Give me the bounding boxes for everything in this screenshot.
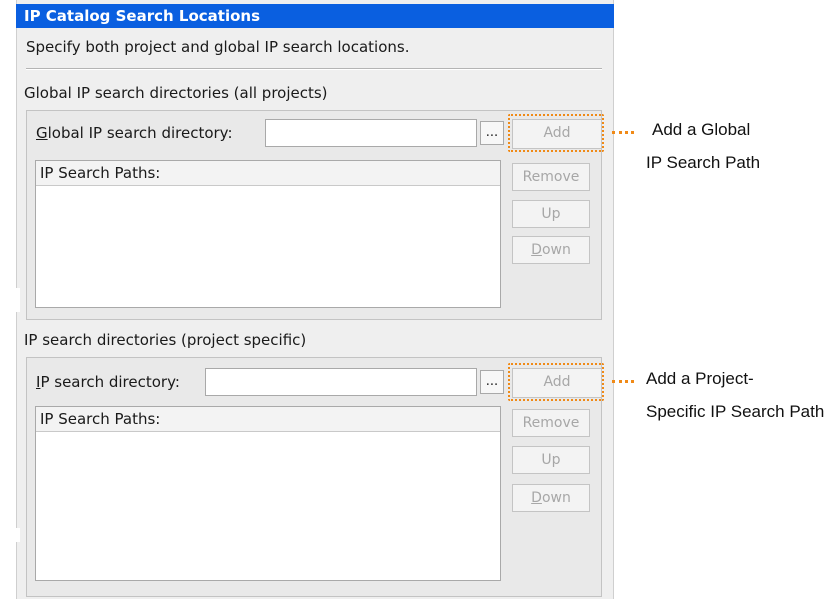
global-section-heading: Global IP search directories (all projec…	[24, 84, 328, 102]
global-down-rest: own	[541, 242, 571, 258]
dialog-description: Specify both project and global IP searc…	[26, 38, 410, 56]
global-add-highlight	[508, 114, 604, 152]
project-remove-button[interactable]: Remove	[512, 409, 590, 437]
global-remove-button[interactable]: Remove	[512, 163, 590, 191]
project-list-header: IP Search Paths:	[36, 407, 500, 432]
project-browse-button[interactable]: ...	[480, 370, 504, 394]
global-callout-leader	[612, 131, 634, 134]
global-dir-input[interactable]	[265, 119, 477, 147]
splice-gap-1	[0, 288, 20, 312]
global-search-paths-list[interactable]: IP Search Paths:	[35, 160, 501, 308]
project-search-paths-list[interactable]: IP Search Paths:	[35, 406, 501, 581]
global-down-button[interactable]: Down	[512, 236, 590, 264]
global-up-button[interactable]: Up	[512, 200, 590, 228]
project-callout-line1: Add a Project-	[646, 369, 754, 388]
global-down-mnemonic: D	[531, 242, 542, 258]
global-callout-line2: IP Search Path	[646, 153, 761, 172]
project-callout-leader	[612, 380, 634, 383]
project-up-button[interactable]: Up	[512, 446, 590, 474]
project-section-heading: IP search directories (project specific)	[24, 331, 307, 349]
global-browse-button[interactable]: ...	[480, 121, 504, 145]
global-dir-label-mnemonic: G	[36, 124, 48, 142]
project-down-mnemonic: D	[531, 490, 542, 506]
project-down-button[interactable]: Down	[512, 484, 590, 512]
separator	[26, 68, 602, 70]
project-dir-label: IP search directory:	[36, 373, 180, 391]
project-add-highlight	[508, 363, 604, 401]
project-callout-line2: Specific IP Search Path	[646, 402, 825, 421]
global-list-header: IP Search Paths:	[36, 161, 500, 186]
global-dir-label: Global IP search directory:	[36, 124, 233, 142]
project-dir-input[interactable]	[205, 368, 477, 396]
global-dir-label-text: lobal IP search directory:	[47, 124, 233, 142]
global-callout-line1: Add a Global	[652, 120, 751, 139]
dialog-title: IP Catalog Search Locations	[16, 4, 614, 28]
splice-gap-2	[0, 528, 20, 542]
project-down-rest: own	[541, 490, 571, 506]
project-dir-label-text: P search directory:	[40, 373, 180, 391]
